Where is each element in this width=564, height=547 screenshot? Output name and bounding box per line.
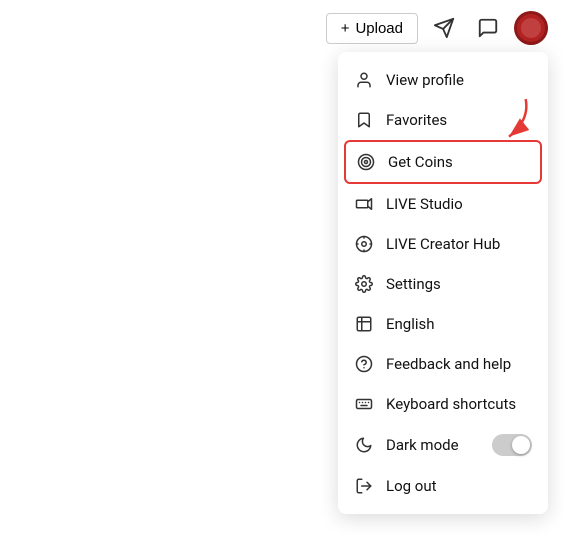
menu-item-get-coins[interactable]: Get Coins	[344, 140, 542, 184]
view-profile-label: View profile	[386, 71, 532, 89]
menu-item-live-studio[interactable]: LIVE Studio	[338, 184, 548, 224]
live-creator-hub-label: LIVE Creator Hub	[386, 235, 532, 253]
dark-mode-label: Dark mode	[386, 436, 480, 454]
english-label: English	[386, 315, 532, 333]
settings-label: Settings	[386, 275, 532, 293]
upload-label: Upload	[355, 20, 403, 37]
message-icon-button[interactable]	[470, 10, 506, 46]
dark-mode-icon	[354, 435, 374, 455]
dark-mode-toggle[interactable]	[492, 434, 532, 456]
menu-item-favorites[interactable]: Favorites	[338, 100, 548, 140]
topbar: + Upload	[0, 0, 564, 56]
menu-item-log-out[interactable]: Log out	[338, 466, 548, 506]
keyboard-shortcuts-label: Keyboard shortcuts	[386, 395, 532, 413]
creator-hub-icon	[354, 234, 374, 254]
language-icon	[354, 314, 374, 334]
menu-item-view-profile[interactable]: View profile	[338, 60, 548, 100]
bookmark-icon	[354, 110, 374, 130]
feedback-icon	[354, 354, 374, 374]
menu-item-settings[interactable]: Settings	[338, 264, 548, 304]
menu-item-dark-mode[interactable]: Dark mode	[338, 424, 548, 466]
user-icon	[354, 70, 374, 90]
menu-item-live-creator-hub[interactable]: LIVE Creator Hub	[338, 224, 548, 264]
plus-icon: +	[341, 20, 350, 37]
menu-item-feedback[interactable]: Feedback and help	[338, 344, 548, 384]
avatar[interactable]	[514, 11, 548, 45]
menu-item-keyboard-shortcuts[interactable]: Keyboard shortcuts	[338, 384, 548, 424]
live-studio-label: LIVE Studio	[386, 195, 532, 213]
keyboard-icon	[354, 394, 374, 414]
live-studio-icon	[354, 194, 374, 214]
toggle-knob	[512, 436, 530, 454]
logout-icon	[354, 476, 374, 496]
send-icon-button[interactable]	[426, 10, 462, 46]
log-out-label: Log out	[386, 477, 532, 495]
get-coins-label: Get Coins	[388, 153, 530, 171]
settings-icon	[354, 274, 374, 294]
feedback-label: Feedback and help	[386, 355, 532, 373]
coins-icon	[356, 152, 376, 172]
upload-button[interactable]: + Upload	[326, 13, 418, 44]
menu-item-english[interactable]: English	[338, 304, 548, 344]
dropdown-menu: View profile Favorites Get Coins	[338, 52, 548, 514]
favorites-label: Favorites	[386, 111, 532, 129]
